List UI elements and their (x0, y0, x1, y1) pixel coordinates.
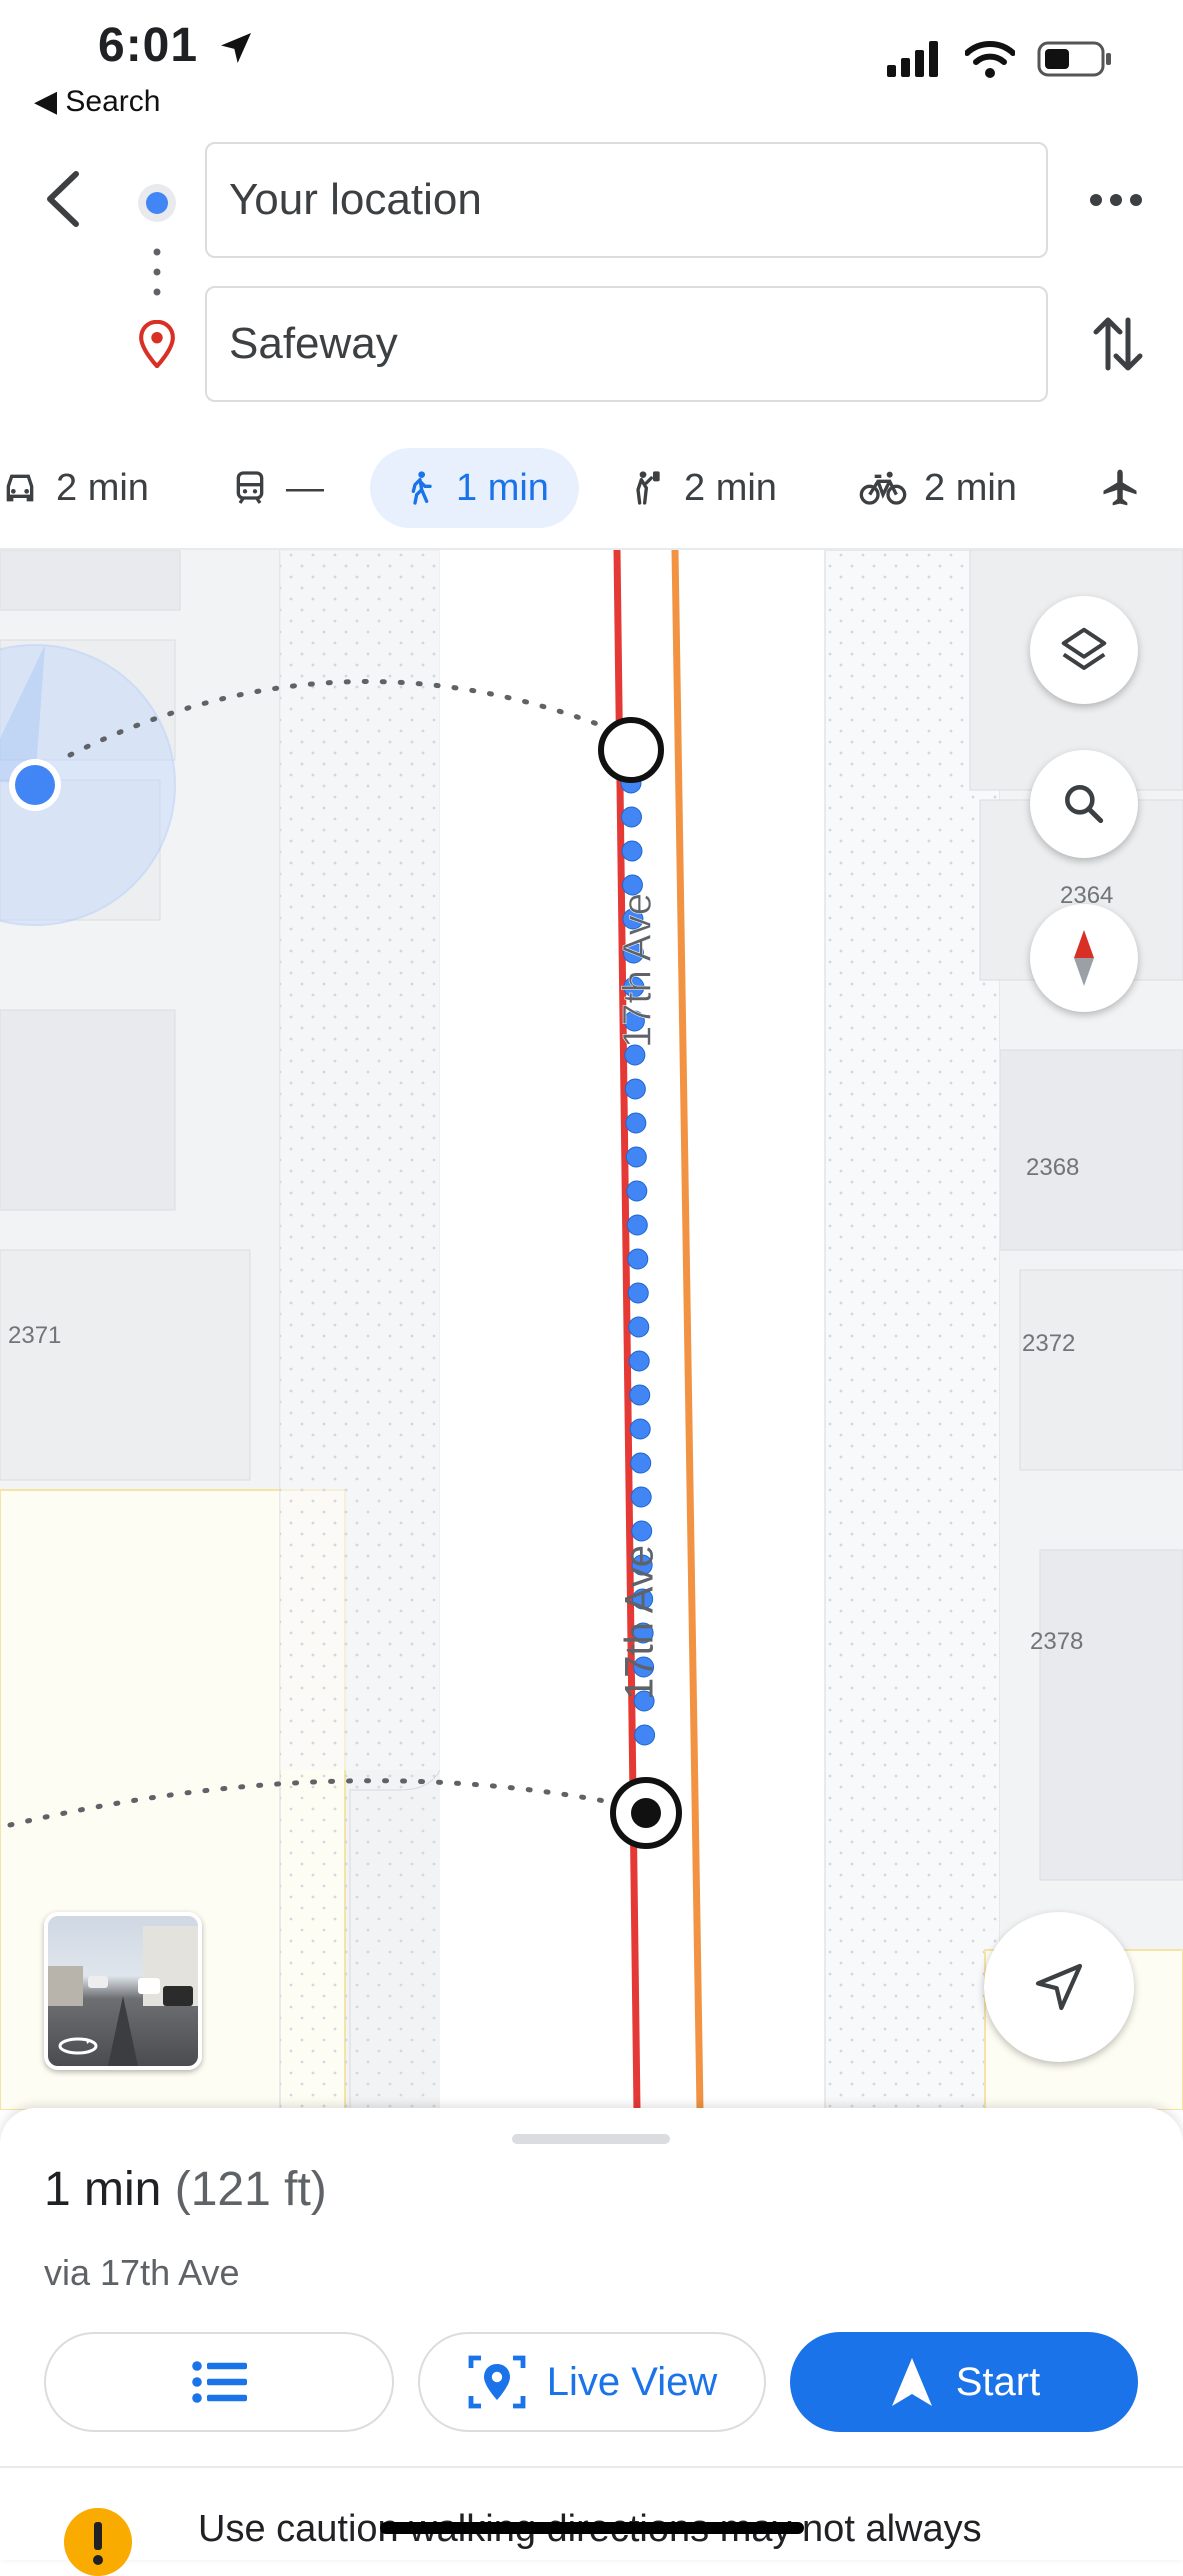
live-view-button[interactable]: Live View (418, 2332, 766, 2432)
status-time: 6:01 (98, 18, 256, 73)
back-to-search-link[interactable]: ◀ Search (34, 84, 160, 119)
train-icon (236, 471, 264, 504)
route-dot (634, 1724, 656, 1746)
route-dot (630, 1486, 652, 1508)
start-button[interactable]: Start (790, 2332, 1138, 2432)
recenter-button[interactable] (984, 1912, 1134, 2062)
rotate-360-icon (58, 2037, 98, 2055)
more-options-button[interactable] (1088, 180, 1144, 220)
location-arrow-icon (221, 33, 252, 64)
route-dot (627, 1282, 649, 1304)
tab-bike[interactable]: 2 min (858, 448, 1017, 528)
back-button[interactable] (36, 164, 96, 234)
layers-button[interactable] (1030, 596, 1138, 704)
tab-drive-label: 2 min (56, 466, 149, 509)
swap-vertical-icon (1093, 317, 1143, 371)
route-dot (628, 1350, 650, 1372)
compass-button[interactable] (1030, 904, 1138, 1012)
tab-bike-label: 2 min (924, 466, 1017, 509)
chevron-left-icon (47, 171, 79, 227)
live-view-label: Live View (546, 2359, 718, 2404)
tab-walk[interactable]: 1 min (370, 448, 579, 528)
car-icon (6, 474, 34, 502)
search-icon (1065, 785, 1104, 824)
route-dot (625, 1146, 647, 1168)
wifi-icon (965, 41, 1015, 78)
search-along-route-button[interactable] (1030, 750, 1138, 858)
street-label: 17th Ave (617, 1545, 662, 1700)
route-start-marker (598, 717, 664, 783)
warning-icon (64, 2508, 132, 2576)
route-dot (630, 1452, 652, 1474)
tab-drive[interactable]: 2 min (0, 448, 149, 528)
address-label: 2372 (1022, 1330, 1076, 1357)
route-duration: 1 min (121 ft) (44, 2162, 327, 2217)
street-view-thumbnail[interactable] (44, 1912, 202, 2070)
route-dot (629, 1418, 651, 1440)
route-end-marker (610, 1777, 682, 1849)
route-distance: (121 ft) (174, 2163, 327, 2216)
route-duration-time: 1 min (44, 2163, 162, 2216)
street-label: 17th Ave (615, 893, 660, 1048)
ride-hail-icon (636, 471, 660, 505)
walking-route (620, 772, 656, 1746)
route-dot (626, 1214, 648, 1236)
navigation-arrow-icon (1035, 1963, 1083, 2011)
address-label: 2378 (1030, 1628, 1084, 1655)
steps-button[interactable] (44, 2332, 394, 2432)
tab-ride[interactable]: 2 min (628, 448, 777, 528)
layers-icon (1061, 627, 1107, 671)
route-dot (629, 1384, 651, 1406)
travel-mode-tabs: 2 min — 1 min 2 min 2 min (0, 448, 1183, 548)
more-horizontal-icon (1090, 194, 1142, 206)
map-view[interactable]: 17th Ave 17th Ave 2364 2368 2371 2372 23… (0, 550, 1183, 2110)
route-via: via 17th Ave (44, 2252, 240, 2293)
destination-pin-icon (139, 320, 175, 368)
route-dot (626, 1180, 648, 1202)
route-dot (621, 840, 643, 862)
route-dot (628, 1316, 650, 1338)
battery-icon (1037, 41, 1111, 77)
route-dot (627, 1248, 649, 1270)
tab-walk-label: 1 min (456, 466, 549, 509)
live-view-icon (468, 2355, 526, 2409)
origin-input[interactable]: Your location (205, 142, 1048, 258)
walk-icon (411, 471, 432, 505)
bike-icon (859, 471, 907, 505)
route-dot (625, 1112, 647, 1134)
swap-directions-button[interactable] (1090, 312, 1146, 376)
signal-icon (887, 41, 938, 77)
route-connector-dots (153, 248, 161, 296)
route-dot (624, 1078, 646, 1100)
tab-ride-label: 2 min (684, 466, 777, 509)
sheet-drag-handle[interactable] (512, 2134, 670, 2144)
address-label: 2368 (1026, 1154, 1080, 1181)
destination-input[interactable]: Safeway (205, 286, 1048, 402)
tab-transit-label: — (286, 466, 324, 509)
origin-dot-icon (138, 184, 176, 222)
address-label: 2371 (8, 1322, 62, 1349)
home-indicator[interactable] (380, 2522, 804, 2534)
compass-icon (1074, 930, 1094, 986)
airplane-icon (1103, 469, 1137, 506)
route-dot (620, 806, 642, 828)
start-navigation-icon (891, 2358, 932, 2406)
sheet-divider (0, 2466, 1183, 2468)
status-icons (887, 40, 1113, 78)
tab-transit[interactable]: — (230, 448, 324, 528)
tab-flight[interactable] (1098, 448, 1142, 528)
start-label: Start (955, 2359, 1041, 2404)
list-icon (192, 2361, 247, 2403)
